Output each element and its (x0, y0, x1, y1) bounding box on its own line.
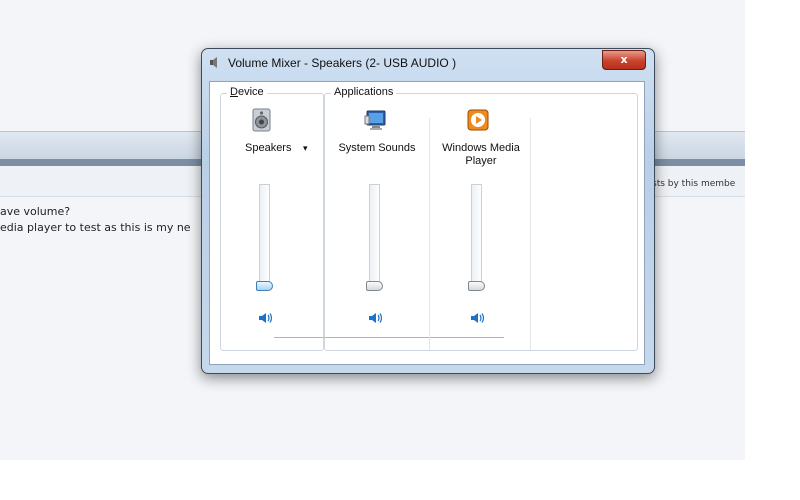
chevron-down-icon: ▾ (303, 143, 308, 153)
title-bar[interactable]: Volume Mixer - Speakers (2- USB AUDIO ) … (202, 49, 654, 77)
device-legend-rest: evice (237, 86, 264, 98)
applications-legend: Applications (331, 86, 397, 98)
system-sounds-icon (364, 110, 386, 130)
speakers-device-icon (252, 108, 271, 132)
app-column-separator-1 (429, 118, 430, 350)
applications-group: Applications System Sounds Windows Media… (324, 86, 638, 351)
device-mute-speaker-icon[interactable] (258, 312, 274, 324)
device-name: Speakers (245, 142, 292, 154)
wmp-volume-track[interactable] (471, 184, 482, 290)
close-button[interactable]: x (602, 50, 646, 70)
system-sounds-volume-thumb[interactable] (366, 281, 383, 291)
mixer-client-area: Device Speakers ▾ Applications System So… (209, 81, 645, 365)
device-legend-accel: D (230, 86, 238, 98)
background-text-line2: edia player to test as this is my ne (0, 221, 191, 234)
device-volume-thumb[interactable] (256, 281, 273, 291)
system-sounds-volume-track[interactable] (369, 184, 380, 290)
wmp-label-line1: Windows Media (442, 142, 520, 154)
speaker-app-icon (210, 57, 217, 68)
wmp-mute-speaker-icon[interactable] (470, 312, 486, 324)
volume-mixer-window: Volume Mixer - Speakers (2- USB AUDIO ) … (201, 48, 655, 374)
device-dropdown[interactable]: Speakers ▾ (235, 142, 315, 156)
wmp-volume-thumb[interactable] (468, 281, 485, 291)
device-legend: Device (227, 86, 267, 98)
system-sounds-label: System Sounds (338, 142, 416, 154)
app-column-separator-2 (530, 118, 531, 350)
wmp-label-line2: Player (465, 155, 497, 167)
device-group: Device Speakers ▾ (220, 86, 324, 351)
system-sounds-mute-speaker-icon[interactable] (368, 312, 384, 324)
window-title: Volume Mixer - Speakers (2- USB AUDIO ) (228, 56, 457, 70)
device-volume-track[interactable] (259, 184, 270, 290)
background-text-line1: ave volume? (0, 205, 71, 218)
windows-media-player-icon (467, 109, 489, 131)
background-right-text: sts by this membe (652, 179, 736, 189)
